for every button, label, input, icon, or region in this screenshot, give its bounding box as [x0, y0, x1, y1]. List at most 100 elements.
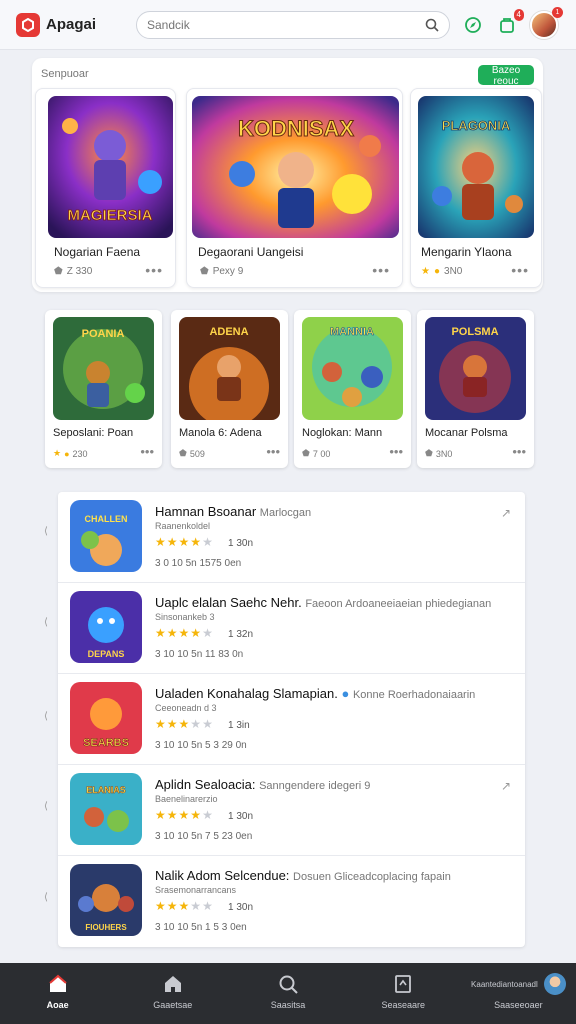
compass-icon[interactable]	[462, 14, 484, 36]
featured-section: Senpuoar Bazeo reouc MAGIERSIA Nogarian …	[32, 58, 543, 292]
card-meta: ⬟ 509	[179, 448, 205, 459]
star-filled-icon: ★	[155, 717, 167, 731]
swipe-handle-icon[interactable]: ⟨	[44, 801, 48, 812]
star-icon: ★	[421, 266, 430, 277]
search-input[interactable]	[147, 17, 425, 32]
more-icon[interactable]: •••	[372, 262, 390, 278]
app-logo-icon[interactable]	[16, 12, 40, 37]
rating-value: 1 30n	[228, 811, 254, 822]
profile-caption: Kaantediantoanadl	[471, 979, 538, 989]
nav-home[interactable]: Aoae	[0, 963, 115, 1024]
more-icon[interactable]: •••	[511, 262, 529, 278]
star-filled-icon: ★	[155, 626, 167, 640]
app-stats: 3 10 10 5n 11 83 0n	[155, 649, 244, 660]
star-filled-icon: ★	[166, 626, 179, 640]
search-icon[interactable]	[425, 18, 439, 32]
nav-label: Saaseeoaer	[494, 1000, 543, 1010]
star-filled-icon: ★	[190, 626, 203, 640]
game-card[interactable]: ADENA Manola 6: Adena ⬟ 509 •••	[171, 310, 288, 468]
shield-icon: ⬟	[425, 448, 433, 458]
star-filled-icon: ★	[155, 535, 167, 549]
notification-badge: 4	[513, 8, 524, 21]
nav-profile[interactable]: Kaantediantoanadl Saaseeoaer	[461, 963, 576, 1024]
more-icon[interactable]: •••	[145, 262, 163, 278]
swipe-handle-icon[interactable]: ⟨	[44, 892, 48, 903]
star-filled-icon: ★	[178, 717, 191, 731]
app-icon: ELANIAS	[70, 773, 142, 845]
svg-text:PLAGONIA: PLAGONIA	[442, 118, 511, 133]
star-empty-icon: ★	[202, 717, 214, 731]
nav-label: Gaaetsae	[153, 1000, 193, 1010]
shield-icon: ⬟	[54, 266, 63, 277]
nav-search[interactable]: Saasitsa	[230, 963, 345, 1024]
card-meta: ★ ● 3N0	[421, 266, 463, 277]
star-icon: ★	[53, 448, 62, 458]
notifications-icon[interactable]: 4	[496, 8, 524, 36]
app-icon: DEPANS	[70, 591, 142, 663]
app-stats: 3 10 10 5n 7 5 23 0en	[155, 831, 253, 842]
more-icon[interactable]: •••	[266, 444, 280, 459]
top-bar: Apagai 4 1	[0, 0, 576, 50]
bottom-nav: Aoae Gaaetsae Saasitsa Seaseaare Kaanted…	[0, 963, 576, 1024]
library-icon	[395, 975, 412, 993]
star-filled-icon: ★	[178, 626, 191, 640]
svg-text:FIOUHERS: FIOUHERS	[85, 923, 127, 932]
search-bar[interactable]	[136, 10, 450, 39]
list-item[interactable]: FIOUHERS Nalik Adom Selcendue: Dosuen Gl…	[58, 856, 525, 947]
shield-icon: ⬟	[302, 448, 310, 458]
star-filled-icon: ★	[166, 717, 179, 731]
search-icon	[279, 975, 298, 994]
app-stats: 3 0 10 5n 1575 0en	[155, 558, 242, 569]
app-list: CHALLEN Hamnan Bsoanar Marlocgan Raanenk…	[58, 492, 525, 947]
more-icon[interactable]: •••	[389, 444, 403, 459]
more-icon[interactable]: •••	[140, 444, 154, 459]
app-developer: Ceeoneadn d 3	[155, 703, 217, 713]
card-title: Manola 6: Adena	[179, 427, 262, 439]
swipe-handle-icon[interactable]: ⟨	[44, 617, 48, 628]
app-developer: Srasemonarrancans	[155, 885, 237, 895]
list-item[interactable]: CHALLEN Hamnan Bsoanar Marlocgan Raanenk…	[58, 492, 525, 583]
user-avatar[interactable]: 1	[530, 6, 563, 39]
star-filled-icon: ★	[155, 899, 167, 913]
list-item[interactable]: ELANIAS Aplidn Sealoacia: Sanngendere id…	[58, 765, 525, 856]
more-icon[interactable]: •••	[512, 444, 526, 459]
featured-card[interactable]: KODNISAX Degaorani Uangeisi ⬟ Pexy 9 •••	[186, 88, 403, 288]
share-icon[interactable]: ↗	[501, 779, 511, 793]
game-art: MANNIA	[302, 317, 403, 420]
star-filled-icon: ★	[190, 535, 203, 549]
app-name: Apagai	[46, 16, 97, 33]
list-item[interactable]: DEPANS Uaplc elalan Saehc Nehr. Faeoon A…	[58, 583, 525, 674]
star-rating: ★★★★★	[155, 535, 214, 549]
game-art: PLAGONIA	[418, 96, 534, 238]
featured-action-button[interactable]: Bazeo reouc	[478, 65, 534, 87]
star-empty-icon: ★	[202, 535, 214, 549]
app-stats: 3 10 10 5n 1 5 3 0en	[155, 922, 247, 933]
app-name: Aplidn Sealoacia: Sanngendere idegeri 9	[155, 777, 371, 792]
nav-games[interactable]: Gaaetsae	[115, 963, 230, 1024]
swipe-handle-icon[interactable]: ⟨	[44, 711, 48, 722]
featured-card[interactable]: MAGIERSIA Nogarian Faena ⬟ Z 330 •••	[35, 88, 176, 288]
game-card[interactable]: POANIA Seposlani: Poan ★ ● 230 •••	[45, 310, 162, 468]
card-meta: ⬟ Z 330	[54, 266, 93, 277]
nav-label: Seaseaare	[381, 1000, 425, 1010]
game-art: KODNISAX	[192, 96, 399, 238]
swipe-handle-icon[interactable]: ⟨	[44, 526, 48, 537]
game-card[interactable]: POLSMA Mocanar Polsma ⬟ 3N0 •••	[417, 310, 534, 468]
star-filled-icon: ★	[178, 535, 191, 549]
svg-text:POLSMA: POLSMA	[451, 326, 498, 338]
star-filled-icon: ★	[178, 899, 191, 913]
card-meta: ⬟ Pexy 9	[200, 266, 244, 277]
shield-icon: ⬟	[179, 448, 187, 458]
share-icon[interactable]: ↗	[501, 506, 511, 520]
list-item[interactable]: SEARBS Ualaden Konahalag Slamapian. ● Ko…	[58, 674, 525, 765]
featured-card[interactable]: PLAGONIA Mengarin Ylaona ★ ● 3N0 •••	[410, 88, 542, 288]
svg-text:MANNIA: MANNIA	[330, 326, 374, 338]
app-stats: 3 10 10 5n 5 3 29 0n	[155, 740, 247, 751]
nav-library[interactable]: Seaseaare	[346, 963, 461, 1024]
app-name: Nalik Adom Selcendue: Dosuen Gliceadcopl…	[155, 868, 451, 883]
svg-text:MAGIERSIA: MAGIERSIA	[67, 207, 152, 224]
star-filled-icon: ★	[178, 808, 191, 822]
featured-title: Senpuoar	[41, 68, 89, 80]
star-filled-icon: ★	[155, 808, 167, 822]
game-card[interactable]: MANNIA Noglokan: Mann ⬟ 7 00 •••	[294, 310, 411, 468]
